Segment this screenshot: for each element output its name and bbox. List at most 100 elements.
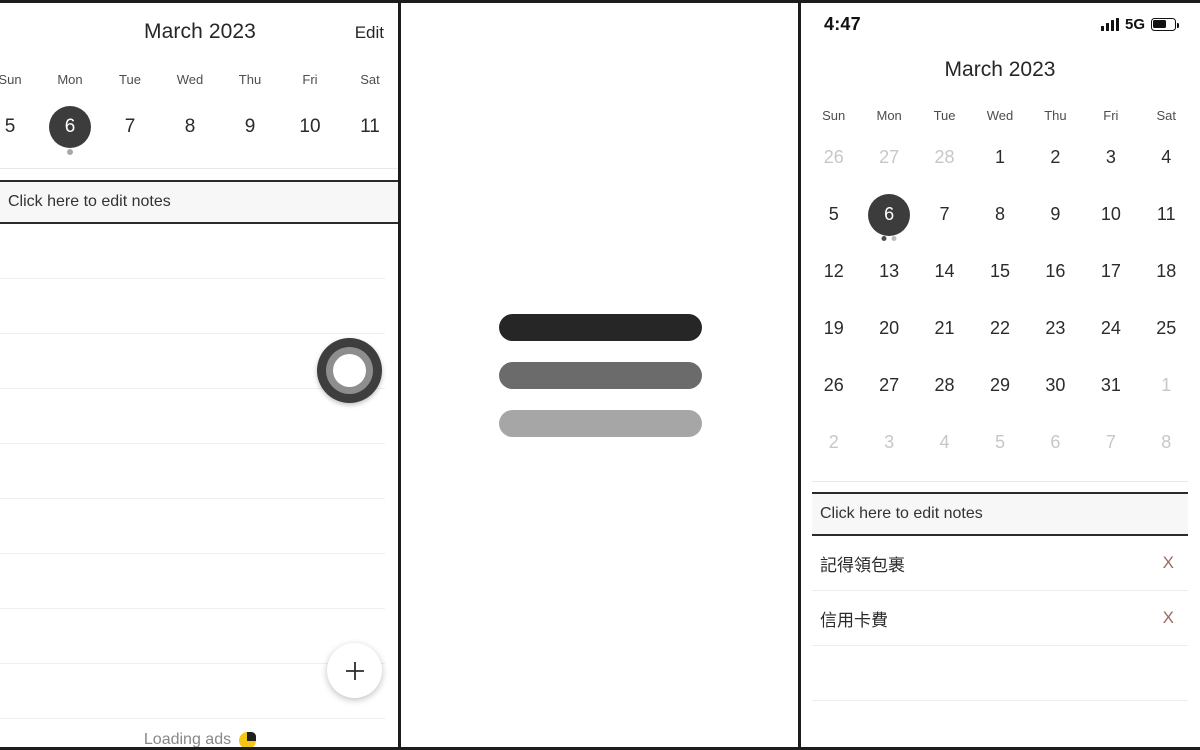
- left-date-cell[interactable]: 11: [340, 96, 400, 158]
- calendar-day-cell[interactable]: 1: [1139, 357, 1194, 414]
- calendar-day-cell[interactable]: 9: [1028, 186, 1083, 243]
- calendar-day-number: 28: [934, 147, 955, 167]
- note-line-row[interactable]: [0, 444, 385, 499]
- calendar-day-cell[interactable]: 14: [917, 243, 972, 300]
- calendar-day-cell[interactable]: 16: [1028, 243, 1083, 300]
- calendar-day-cell[interactable]: 8: [972, 186, 1027, 243]
- delete-note-button[interactable]: X: [1157, 608, 1180, 628]
- calendar-day-cell[interactable]: 19: [806, 300, 861, 357]
- calendar-day-cell[interactable]: 21: [917, 300, 972, 357]
- note-line-row[interactable]: [0, 389, 385, 444]
- calendar-day-number: 29: [989, 375, 1010, 395]
- calendar-day-cell[interactable]: 6: [861, 186, 916, 243]
- calendar-day-cell[interactable]: 3: [861, 414, 916, 471]
- delete-note-button[interactable]: X: [1157, 553, 1180, 573]
- left-date-cell[interactable]: 10: [280, 96, 340, 158]
- calendar-day-number: 19: [823, 318, 844, 338]
- calendar-day-number: 25: [1156, 318, 1177, 338]
- calendar-day-cell[interactable]: 31: [1083, 357, 1138, 414]
- calendar-day-cell[interactable]: 17: [1083, 243, 1138, 300]
- calendar-day-cell[interactable]: 27: [861, 129, 916, 186]
- add-note-button[interactable]: [327, 643, 382, 698]
- left-date-cell[interactable]: 7: [100, 96, 160, 158]
- note-row[interactable]: 信用卡費 X: [812, 591, 1188, 646]
- notes-list: 記得領包裹 X 信用卡費 X: [812, 536, 1188, 750]
- calendar-day-cell[interactable]: 7: [1083, 414, 1138, 471]
- ad-banner[interactable]: Loading ads: [0, 728, 400, 750]
- calendar-day-cell[interactable]: 3: [1083, 129, 1138, 186]
- left-date-number: 6: [49, 106, 91, 148]
- calendar-day-number: 27: [879, 375, 900, 395]
- calendar-day-cell[interactable]: 23: [1028, 300, 1083, 357]
- calendar-day-cell[interactable]: 29: [972, 357, 1027, 414]
- calendar-day-cell[interactable]: 18: [1139, 243, 1194, 300]
- calendar-day-cell[interactable]: 4: [1139, 129, 1194, 186]
- calendar-day-number: 7: [1105, 432, 1116, 452]
- calendar-day-cell[interactable]: 5: [972, 414, 1027, 471]
- note-line-row[interactable]: [0, 279, 385, 334]
- calendar-day-number: 10: [1100, 204, 1121, 224]
- left-notes-placeholder: Click here to edit notes: [8, 193, 171, 210]
- calendar-day-number: 2: [1050, 147, 1061, 167]
- calendar-day-cell[interactable]: 5: [806, 186, 861, 243]
- calendar-day-number: 4: [939, 432, 950, 452]
- left-weekday-sun: Sun: [0, 71, 22, 87]
- calendar-day-cell[interactable]: 1: [972, 129, 1027, 186]
- right-notes-input[interactable]: Click here to edit notes: [812, 492, 1188, 536]
- left-date-cell[interactable]: 9: [220, 96, 280, 158]
- calendar-day-cell[interactable]: 7: [917, 186, 972, 243]
- menu-bars-group[interactable]: [400, 0, 800, 750]
- calendar-day-cell[interactable]: 6: [1028, 414, 1083, 471]
- menu-bar-medium[interactable]: [498, 361, 702, 389]
- calendar-day-cell[interactable]: 13: [861, 243, 916, 300]
- note-row[interactable]: 記得領包裹 X: [812, 536, 1188, 591]
- calendar-day-cell[interactable]: 8: [1139, 414, 1194, 471]
- calendar-day-cell[interactable]: 20: [861, 300, 916, 357]
- calendar-day-cell[interactable]: 25: [1139, 300, 1194, 357]
- left-weekday-mon: Mon: [57, 71, 83, 87]
- note-line-row[interactable]: [0, 499, 385, 554]
- calendar-day-cell[interactable]: 11: [1139, 186, 1194, 243]
- calendar-day-number: 8: [1161, 432, 1172, 452]
- right-phone-panel: 4:47 5G March 2023 Sun Mon Tue Wed Thu Fri Sat…: [800, 0, 1200, 750]
- ad-loading-label: Loading ads: [143, 731, 232, 748]
- calendar-day-cell[interactable]: 2: [806, 414, 861, 471]
- left-date-cell[interactable]: 6: [40, 96, 100, 158]
- calendar-day-cell[interactable]: 22: [972, 300, 1027, 357]
- menu-bar-dark[interactable]: [498, 313, 702, 341]
- calendar-day-cell[interactable]: 26: [806, 357, 861, 414]
- left-notes-lines: [0, 224, 400, 719]
- calendar-day-cell[interactable]: 15: [972, 243, 1027, 300]
- calendar-day-number: 6: [1050, 432, 1061, 452]
- note-line-row[interactable]: [0, 554, 385, 609]
- note-line-row[interactable]: [0, 609, 385, 664]
- event-dots: [881, 236, 897, 241]
- left-notes-input[interactable]: Click here to edit notes: [0, 180, 400, 224]
- calendar-day-cell[interactable]: 28: [917, 357, 972, 414]
- edit-button[interactable]: Edit: [355, 23, 384, 43]
- left-date-cell[interactable]: 8: [160, 96, 220, 158]
- calendar-day-cell[interactable]: 30: [1028, 357, 1083, 414]
- calendar-day-cell[interactable]: 12: [806, 243, 861, 300]
- battery-fill: [1153, 19, 1166, 29]
- calendar-day-number: 20: [879, 318, 900, 338]
- note-line-row[interactable]: [0, 224, 385, 279]
- menu-bar-light[interactable]: [498, 409, 702, 437]
- calendar-day-number: 24: [1100, 318, 1121, 338]
- loading-ring-hole: [333, 354, 366, 387]
- calendar-day-cell[interactable]: 4: [917, 414, 972, 471]
- event-dot: [881, 236, 887, 241]
- calendar-day-cell[interactable]: 28: [917, 129, 972, 186]
- calendar-day-number: 21: [934, 318, 955, 338]
- note-row-empty[interactable]: [812, 646, 1188, 701]
- calendar-day-cell[interactable]: 27: [861, 357, 916, 414]
- left-date-cell[interactable]: 5: [0, 96, 40, 158]
- note-row-empty[interactable]: [812, 701, 1188, 750]
- left-weekday-tue: Tue: [119, 71, 141, 87]
- calendar-day-cell[interactable]: 2: [1028, 129, 1083, 186]
- right-month-title: March 2023: [944, 58, 1056, 81]
- calendar-day-cell[interactable]: 10: [1083, 186, 1138, 243]
- calendar-day-number: 26: [823, 375, 844, 395]
- calendar-day-cell[interactable]: 24: [1083, 300, 1138, 357]
- calendar-day-cell[interactable]: 26: [806, 129, 861, 186]
